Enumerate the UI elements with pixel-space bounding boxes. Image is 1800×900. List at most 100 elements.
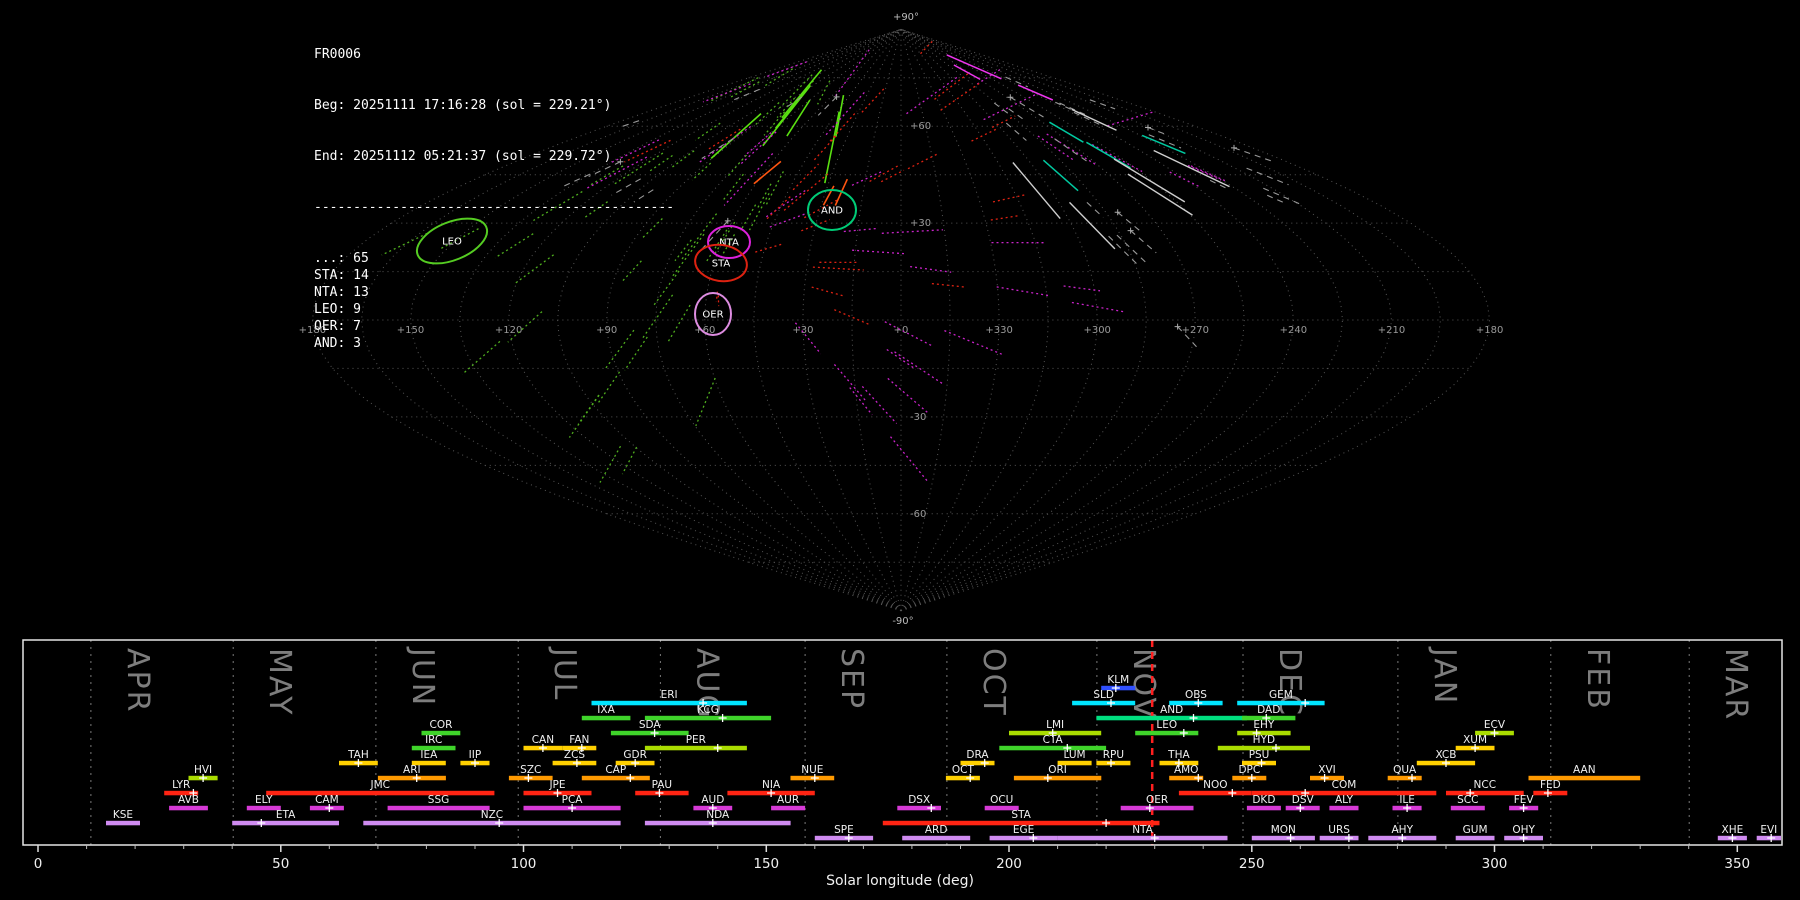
svg-text:DPC: DPC [1238,764,1260,776]
bar-CAP: CAP [582,764,650,782]
shower-count-list: ...: 65STA: 14NTA: 13LEO: 9OER: 7AND: 3 [314,250,674,352]
svg-text:NDA: NDA [706,809,730,821]
svg-text:SEP: SEP [834,648,869,710]
svg-text:FAN: FAN [569,734,589,746]
svg-text:DKD: DKD [1252,794,1275,806]
svg-text:NUE: NUE [801,764,823,776]
svg-text:AUD: AUD [701,794,724,806]
bar-JMC: JMC [266,779,494,795]
svg-text:0: 0 [34,856,43,872]
station-id: FR0006 [314,46,674,63]
svg-text:KSE: KSE [113,809,133,821]
svg-text:+0: +0 [894,325,909,336]
svg-text:STA: STA [1011,809,1031,821]
svg-text:+330: +330 [985,325,1012,336]
bar-OER: OER [1121,794,1194,812]
svg-text:+210: +210 [1378,325,1405,336]
svg-text:OBS: OBS [1185,689,1207,701]
bar-GEM: GEM [1237,689,1324,707]
bar-DKD: DKD [1247,794,1281,810]
map-header: FR0006 Beg: 20251111 17:16:28 (sol = 229… [314,12,674,386]
bar-RPU: RPU [1096,749,1130,767]
white-streaks [1013,109,1230,249]
svg-text:NOO: NOO [1203,779,1227,791]
svg-text:OCT: OCT [976,648,1011,717]
svg-text:+270: +270 [1182,325,1209,336]
svg-text:+90°: +90° [893,12,919,23]
bar-SZC: SZC [509,764,553,782]
svg-text:CTA: CTA [1043,734,1064,746]
svg-text:OCT: OCT [952,764,975,776]
svg-text:COR: COR [430,719,453,731]
bar-URS: URS [1320,824,1359,842]
bar-ILE: ILE [1393,794,1422,812]
svg-text:AVB: AVB [178,794,199,806]
bar-DSV: DSV [1286,794,1320,812]
svg-text:QUA: QUA [1393,764,1417,776]
svg-text:TAH: TAH [347,749,369,761]
svg-text:+30: +30 [792,325,813,336]
svg-text:PSU: PSU [1249,749,1270,761]
svg-text:-30: -30 [910,412,926,423]
svg-text:CAP: CAP [605,764,626,776]
magenta-right-fan [1038,134,1225,186]
svg-text:350: 350 [1724,856,1750,872]
svg-text:ETA: ETA [276,809,296,821]
bar-XUM: XUM [1456,734,1495,752]
svg-text:300: 300 [1482,856,1508,872]
svg-text:CAM: CAM [315,794,339,806]
svg-text:THA: THA [1167,749,1190,761]
bar-PER: PER [645,734,747,752]
bar-OCT: OCT [946,764,980,782]
bar-ZCS: ZCS [553,749,597,767]
bar-EVI: EVI [1757,824,1781,842]
svg-text:GUM: GUM [1463,824,1488,836]
svg-text:PAU: PAU [652,779,673,791]
bar-FED: FED [1533,779,1567,797]
svg-text:NOV: NOV [1126,648,1161,720]
svg-text:50: 50 [272,856,289,872]
svg-text:NZC: NZC [481,809,503,821]
header-separator: ----------------------------------------… [314,199,674,216]
svg-text:LEO: LEO [1156,719,1177,731]
bar-SCC: SCC [1451,794,1485,810]
bar-NTA: NTA [1058,824,1228,842]
bar-NIA: NIA [727,779,814,797]
svg-text:+30: +30 [910,218,931,229]
svg-text:+300: +300 [1083,325,1110,336]
bar-EGE: EGE [990,824,1058,842]
svg-text:RPU: RPU [1103,749,1124,761]
svg-text:MAR: MAR [1718,648,1753,721]
bar-ARD: ARD [902,824,970,840]
bar-CAN: CAN [524,734,563,752]
bar-ALY: ALY [1329,794,1358,810]
plot-canvas: +180+150+120+90+60+30+0+330+300+270+240+… [0,0,1800,900]
bar-IXA: IXA [582,704,631,720]
svg-text:JUN: JUN [405,646,440,707]
bar-NOO: NOO [1179,779,1252,797]
bar-HVI: HVI [189,764,218,782]
svg-text:OCU: OCU [990,794,1013,806]
bar-IEA: IEA [412,749,446,765]
svg-text:KLM: KLM [1107,674,1129,686]
svg-text:ARD: ARD [925,824,948,836]
svg-text:ORI: ORI [1048,764,1067,776]
svg-text:COM: COM [1332,779,1357,791]
svg-text:MAY: MAY [262,648,297,716]
svg-text:+240: +240 [1280,325,1307,336]
bar-NDA: NDA [645,809,791,827]
svg-text:PCA: PCA [562,794,584,806]
svg-text:AND: AND [1160,704,1183,716]
svg-text:LMI: LMI [1046,719,1064,731]
count-STA: STA: 14 [314,267,674,284]
svg-text:EVI: EVI [1760,824,1777,836]
count-OER: OER: 7 [314,318,674,335]
bar-GUM: GUM [1456,824,1495,840]
svg-text:URS: URS [1328,824,1350,836]
svg-text:IRC: IRC [425,734,442,746]
svg-text:MON: MON [1271,824,1296,836]
bar-XCB: XCB [1417,749,1475,767]
x-axis-title: Solar longitude (deg) [0,873,1800,889]
svg-text:SSG: SSG [428,794,449,806]
bar-PCA: PCA [524,794,621,812]
